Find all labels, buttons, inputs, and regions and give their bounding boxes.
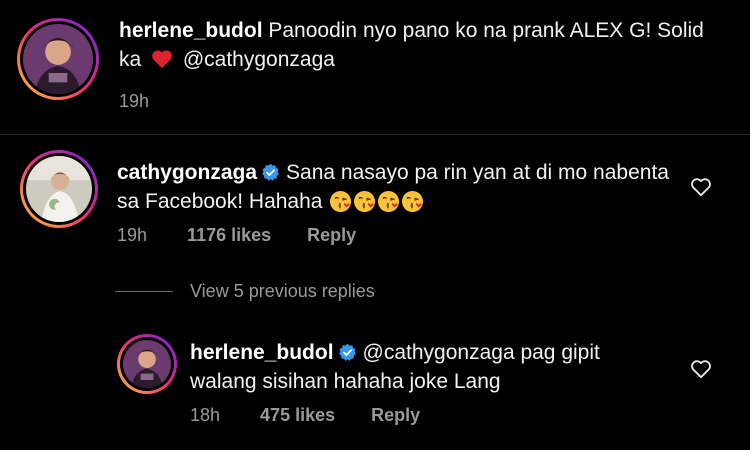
heart-outline-icon[interactable]	[690, 177, 712, 197]
kissing-face-emoji	[402, 190, 424, 213]
avatar-photo	[123, 340, 171, 388]
reply-text: herlene_budol @cathygonzaga pag gipit wal…	[190, 341, 600, 393]
reply-meta: 18h 475 likes Reply	[190, 405, 420, 426]
avatar-cathygonzaga[interactable]	[20, 150, 98, 228]
avatar-photo	[23, 24, 93, 94]
avatar-photo	[26, 156, 92, 222]
heart-emoji	[152, 50, 172, 69]
kissing-face-emoji	[330, 190, 352, 213]
kissing-face-emoji	[378, 190, 400, 213]
heart-outline-icon[interactable]	[690, 359, 712, 379]
comment-time: 19h	[117, 225, 148, 245]
caption-mention[interactable]: @cathygonzaga	[177, 48, 335, 71]
comment-text: cathygonzaga Sana nasayo pa rin yan at di…	[117, 161, 669, 213]
caption-divider	[0, 134, 750, 135]
reply-reply-button[interactable]: Reply	[371, 405, 420, 426]
comment-meta: 19h 1176 likes Reply	[117, 225, 356, 246]
reply-likes[interactable]: 475 likes	[260, 405, 335, 426]
verified-badge-icon	[262, 163, 279, 181]
caption-username[interactable]: herlene_budol	[119, 19, 263, 42]
caption-time: 19h	[119, 91, 150, 111]
avatar-herlene-reply[interactable]	[117, 334, 177, 394]
caption-text: herlene_budol Panoodin nyo pano ko na pr…	[119, 19, 704, 71]
caption-meta: 19h	[119, 91, 189, 112]
verified-badge-icon	[338, 343, 356, 361]
view-previous-replies[interactable]: View 5 previous replies	[115, 281, 375, 302]
view-replies-label[interactable]: View 5 previous replies	[190, 281, 375, 302]
reply-time: 18h	[190, 405, 221, 425]
kissing-face-emoji	[354, 190, 376, 213]
comment-reply-button[interactable]: Reply	[307, 225, 356, 246]
comment-likes[interactable]: 1176 likes	[187, 225, 271, 246]
replies-divider-line	[115, 291, 173, 292]
kiss-emoji-group	[328, 190, 424, 213]
avatar-herlene-caption[interactable]	[17, 18, 99, 100]
reply-username[interactable]: herlene_budol	[190, 341, 334, 364]
comment-username[interactable]: cathygonzaga	[117, 161, 257, 184]
